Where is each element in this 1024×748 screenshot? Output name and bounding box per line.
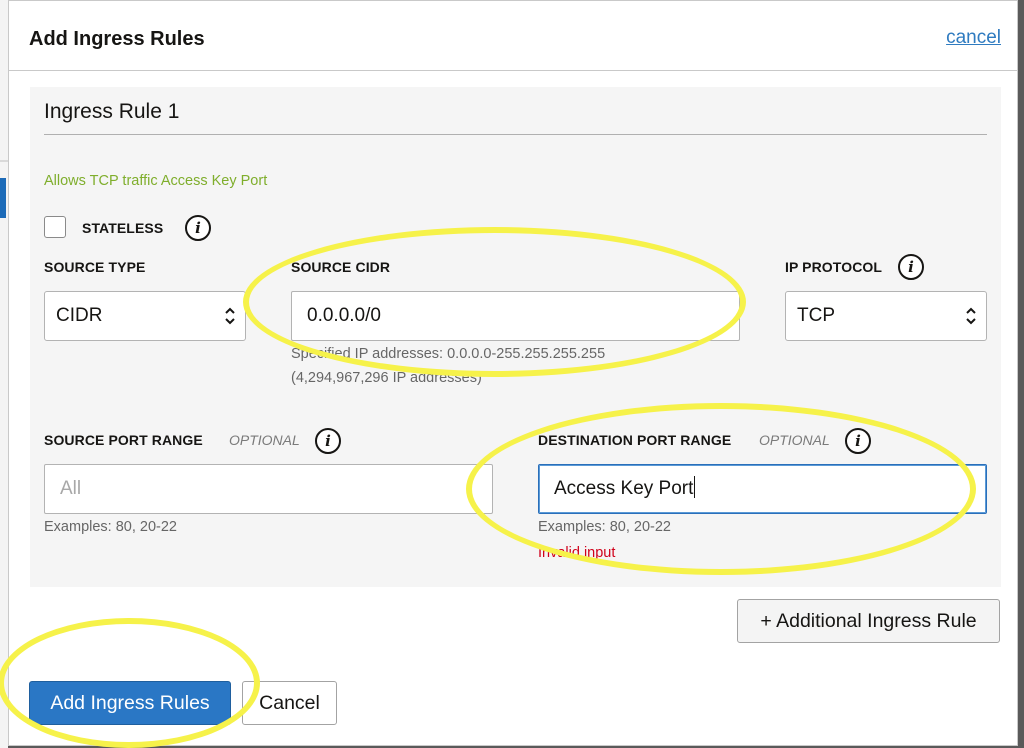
destination-port-range-optional: OPTIONAL bbox=[759, 432, 830, 448]
destination-port-range-hint: Examples: 80, 20-22 bbox=[538, 519, 671, 535]
stateless-checkbox[interactable] bbox=[44, 216, 66, 238]
stateless-label: STATELESS bbox=[82, 220, 164, 236]
chevron-up-down-icon bbox=[225, 307, 235, 325]
source-cidr-input[interactable]: 0.0.0.0/0 bbox=[291, 291, 740, 341]
source-type-select[interactable]: CIDR bbox=[44, 291, 246, 341]
source-cidr-hint-line2: (4,294,967,296 IP addresses) bbox=[291, 370, 482, 386]
add-ingress-rules-dialog: Add Ingress Rules cancel Ingress Rule 1 … bbox=[8, 0, 1018, 746]
destination-port-range-info-icon[interactable]: i bbox=[845, 428, 871, 454]
background-page bbox=[0, 0, 8, 748]
background-accent bbox=[0, 178, 6, 218]
ingress-rule-panel: Ingress Rule 1 Allows TCP traffic Access… bbox=[30, 87, 1001, 587]
chevron-up-down-icon bbox=[966, 307, 976, 325]
destination-port-range-label: DESTINATION PORT RANGE bbox=[538, 432, 732, 448]
dialog-header: Add Ingress Rules cancel bbox=[9, 1, 1017, 71]
source-port-range-info-icon[interactable]: i bbox=[315, 428, 341, 454]
source-type-label: SOURCE TYPE bbox=[44, 259, 146, 275]
source-cidr-hint-line1: Specified IP addresses: 0.0.0.0-255.255.… bbox=[291, 346, 606, 362]
source-cidr-hint: Specified IP addresses: 0.0.0.0-255.255.… bbox=[291, 342, 605, 390]
destination-port-range-input[interactable]: Access Key Port bbox=[538, 464, 987, 514]
source-port-range-placeholder: All bbox=[60, 478, 82, 499]
ip-protocol-select[interactable]: TCP bbox=[785, 291, 987, 341]
source-cidr-label: SOURCE CIDR bbox=[291, 259, 391, 275]
ip-protocol-value: TCP bbox=[797, 305, 835, 326]
source-port-range-input[interactable]: All bbox=[44, 464, 493, 514]
additional-ingress-rule-button[interactable]: + Additional Ingress Rule bbox=[737, 599, 1000, 643]
add-ingress-rules-button[interactable]: Add Ingress Rules bbox=[29, 681, 231, 725]
source-port-range-label: SOURCE PORT RANGE bbox=[44, 432, 203, 448]
dialog-title: Add Ingress Rules bbox=[29, 28, 205, 50]
stateless-info-icon[interactable]: i bbox=[185, 215, 211, 241]
rule-title: Ingress Rule 1 bbox=[44, 100, 180, 123]
destination-port-range-value: Access Key Port bbox=[554, 478, 694, 499]
ip-protocol-info-icon[interactable]: i bbox=[898, 254, 924, 280]
background-divider bbox=[0, 160, 8, 162]
source-port-range-hint: Examples: 80, 20-22 bbox=[44, 519, 177, 535]
destination-port-range-error: Invalid input bbox=[538, 545, 616, 561]
cancel-link[interactable]: cancel bbox=[946, 27, 1001, 49]
rule-description: Allows TCP traffic Access Key Port bbox=[44, 173, 268, 189]
source-cidr-value: 0.0.0.0/0 bbox=[307, 305, 381, 326]
ip-protocol-label: IP PROTOCOL bbox=[785, 259, 883, 275]
source-type-value: CIDR bbox=[56, 305, 103, 326]
text-caret bbox=[694, 476, 696, 498]
cancel-button[interactable]: Cancel bbox=[242, 681, 337, 725]
rule-divider bbox=[44, 134, 987, 135]
source-port-range-optional: OPTIONAL bbox=[229, 432, 300, 448]
